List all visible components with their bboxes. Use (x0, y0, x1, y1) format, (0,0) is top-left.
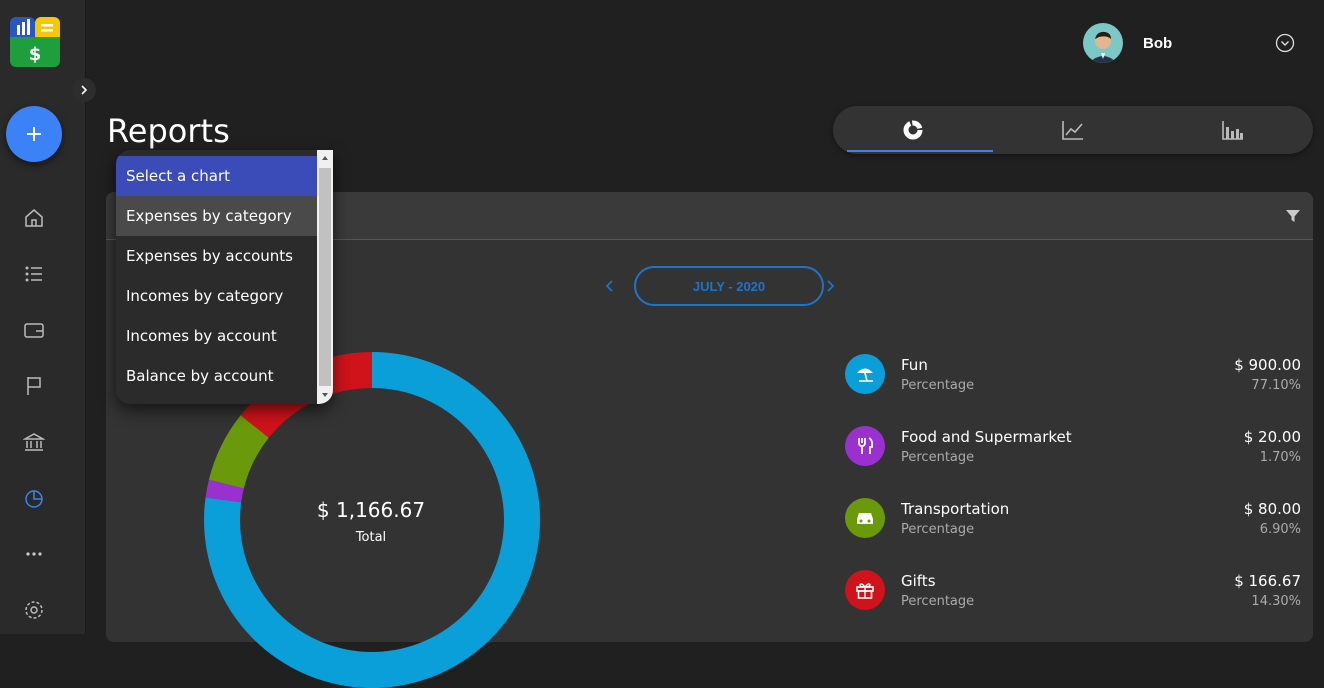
dropdown-option[interactable]: Incomes by category (116, 276, 317, 316)
app-logo: $ (10, 17, 60, 67)
legend-percentage-value: 1.70% (1259, 450, 1301, 465)
legend-item[interactable]: Food and Supermarket Percentage $ 20.00 1.7… (845, 426, 1301, 466)
tab-active-indicator (847, 150, 993, 152)
legend-category-name: Gifts (901, 572, 936, 590)
dropdown-scrollbar[interactable] (317, 150, 333, 404)
donut-chart-icon (903, 120, 923, 140)
total-amount: $ 1,166.67 (316, 498, 426, 522)
month-selector[interactable]: JULY - 2020 (634, 266, 824, 306)
car-icon (845, 498, 885, 538)
month-next-chevron-icon[interactable] (822, 278, 838, 294)
dropdown-option[interactable]: Select a chart (116, 156, 317, 196)
legend-percentage-label: Percentage (901, 450, 975, 465)
main-content: Bob Reports JULY - 2020 $ 1,166.67 Total… (87, 0, 1324, 688)
legend-amount: $ 80.00 (1243, 500, 1301, 518)
legend-percentage-value: 77.10% (1251, 378, 1301, 393)
legend-category-name: Transportation (901, 500, 1010, 518)
dropdown-option[interactable]: Incomes by account (116, 316, 317, 356)
user-menu-chevron-icon[interactable] (1275, 33, 1295, 53)
tab-line-chart[interactable] (993, 106, 1153, 154)
gift-icon (845, 570, 885, 610)
add-transaction-button[interactable] (6, 106, 62, 162)
reports-pie-icon[interactable] (22, 486, 46, 510)
avatar[interactable] (1083, 23, 1123, 63)
legend-percentage-value: 6.90% (1259, 522, 1301, 537)
legend-amount: $ 20.00 (1243, 428, 1301, 446)
bank-icon[interactable] (22, 430, 46, 454)
dropdown-option[interactable]: Balance by account (116, 356, 317, 396)
legend-category-name: Fun (901, 356, 928, 374)
legend-item[interactable]: Gifts Percentage $ 166.67 14.30% (845, 570, 1301, 610)
month-prev-chevron-icon[interactable] (602, 278, 618, 294)
scroll-up-icon[interactable] (317, 151, 333, 165)
legend-percentage-label: Percentage (901, 594, 975, 609)
settings-icon[interactable] (22, 598, 46, 622)
home-icon[interactable] (22, 206, 46, 230)
chart-type-tabs (833, 106, 1313, 154)
scrollbar-thumb[interactable] (319, 168, 331, 386)
legend-category-name: Food and Supermarket (901, 428, 1072, 446)
sidebar: $ (0, 0, 96, 634)
total-label: Total (355, 530, 387, 545)
filter-icon[interactable] (1285, 208, 1301, 224)
tab-donut-chart[interactable] (833, 106, 993, 154)
chart-select-dropdown[interactable]: Select a chart Expenses by category Expe… (116, 150, 333, 404)
svg-text:$: $ (29, 44, 42, 65)
legend-item[interactable]: Fun Percentage $ 900.00 77.10% (845, 354, 1301, 394)
dropdown-option[interactable]: Expenses by category (116, 196, 317, 236)
legend-amount: $ 900.00 (1234, 356, 1301, 374)
flag-icon[interactable] (22, 374, 46, 398)
more-icon[interactable] (22, 542, 46, 566)
line-chart-icon (1062, 121, 1083, 140)
legend-item[interactable]: Transportation Percentage $ 80.00 6.90% (845, 498, 1301, 538)
username: Bob (1143, 35, 1173, 52)
legend-percentage-value: 14.30% (1251, 594, 1301, 609)
bar-chart-icon (1222, 121, 1243, 140)
legend-percentage-label: Percentage (901, 378, 975, 393)
restaurant-icon (845, 426, 885, 466)
tab-bar-chart[interactable] (1153, 106, 1313, 154)
list-icon[interactable] (22, 262, 46, 286)
legend-amount: $ 166.67 (1234, 572, 1301, 590)
page-title: Reports (107, 112, 230, 150)
wallet-icon[interactable] (22, 318, 46, 342)
legend-percentage-label: Percentage (901, 522, 975, 537)
scroll-down-icon[interactable] (317, 388, 333, 402)
sidebar-collapse-button[interactable] (72, 78, 96, 102)
dropdown-option[interactable]: Expenses by accounts (116, 236, 317, 276)
beach-umbrella-icon (845, 354, 885, 394)
